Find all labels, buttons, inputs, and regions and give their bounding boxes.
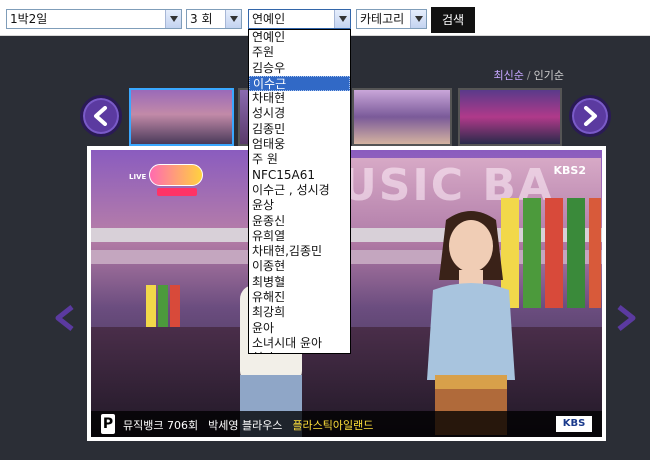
video-prev-button[interactable] — [54, 305, 76, 331]
caption-brand[interactable]: 플라스틱아일랜드 — [292, 419, 373, 432]
thumbnail-image — [460, 90, 560, 144]
type-select-value: 연예인 — [252, 12, 286, 26]
type-dropdown-list[interactable]: 연예인 주원 김승우 이수근 차태현 성시경 김종민 엄태웅 주 원 NFC15A61 이수근 , … — [248, 29, 351, 354]
chevron-down-icon[interactable] — [165, 10, 181, 28]
sort-newest-link[interactable]: 최신순 — [494, 69, 524, 82]
dropdown-option[interactable]: 윤종신 — [249, 214, 350, 229]
dropdown-option[interactable]: 엄태웅 — [249, 137, 350, 152]
dropdown-option[interactable]: 최병혈 — [249, 275, 350, 290]
video-next-button[interactable] — [615, 305, 637, 331]
caption-program: 뮤직뱅크 706회 — [123, 419, 199, 432]
caption-channel-logo: KBS — [556, 416, 592, 432]
dropdown-option[interactable]: 차태현 — [249, 91, 350, 106]
caption-bar: P 뮤직뱅크 706회 박세영 블라우스 플라스틱아일랜드 KBS — [91, 411, 602, 437]
dropdown-option[interactable]: 차태현,김종민 — [249, 244, 350, 259]
dropdown-option[interactable]: 김승우 — [249, 61, 350, 76]
thumbnail-image — [131, 90, 232, 144]
dropdown-option[interactable]: 현아 — [249, 351, 350, 353]
caption-person: 박세영 블라우스 — [208, 419, 283, 432]
dropdown-option[interactable]: 윤상 — [249, 198, 350, 213]
channel-watermark: KBS2 — [553, 164, 586, 177]
thumbnail-image — [354, 90, 450, 144]
triangle-right-icon — [617, 305, 636, 331]
dropdown-option[interactable]: 유희열 — [249, 229, 350, 244]
episode-select-value: 3 회 — [190, 12, 213, 26]
program-select[interactable]: 1박2일 — [6, 9, 182, 29]
chevron-down-icon[interactable] — [334, 10, 350, 28]
sort-popular-link[interactable]: 인기순 — [534, 69, 564, 82]
category-select-value: 카테고리 — [360, 12, 405, 26]
type-select[interactable]: 연예인 — [248, 9, 351, 29]
show-logo — [149, 164, 203, 186]
live-badge: LIVE — [129, 173, 147, 181]
host-right-figure — [427, 211, 515, 435]
thumbnail-item[interactable] — [352, 88, 452, 146]
dropdown-option[interactable]: 이종현 — [249, 259, 350, 274]
category-select[interactable]: 카테고리 — [356, 9, 427, 29]
show-logo-subtitle — [157, 188, 197, 196]
caption-text: 뮤직뱅크 706회 박세영 블라우스 플라스틱아일랜드 — [123, 417, 373, 433]
thumbnail-next-button[interactable] — [569, 95, 611, 137]
dropdown-option[interactable]: 유해진 — [249, 290, 350, 305]
episode-select[interactable]: 3 회 — [186, 9, 242, 29]
dropdown-option[interactable]: 성시경 — [249, 106, 350, 121]
chevron-left-icon — [94, 106, 107, 126]
sort-separator: / — [526, 69, 531, 82]
triangle-left-icon — [55, 305, 74, 331]
dropdown-option[interactable]: 연예인 — [249, 30, 350, 45]
thumbnail-prev-button[interactable] — [80, 95, 122, 137]
dropdown-option[interactable]: 이수근 , 성시경 — [249, 183, 350, 198]
thumbnail-item[interactable] — [458, 88, 562, 146]
thumbnail-item[interactable] — [129, 88, 234, 146]
dropdown-option[interactable]: 이수근 — [249, 75, 350, 92]
dropdown-option[interactable]: 소녀시대 윤아 — [249, 336, 350, 351]
chevron-down-icon[interactable] — [225, 10, 241, 28]
caption-logo: P — [101, 414, 115, 434]
sort-options: 최신순 / 인기순 — [494, 67, 564, 83]
chevron-down-icon[interactable] — [410, 10, 426, 28]
search-button[interactable]: 검색 — [431, 7, 475, 33]
dropdown-option[interactable]: NFC15A61 — [249, 168, 350, 183]
program-select-value: 1박2일 — [10, 12, 48, 26]
chevron-right-icon — [584, 106, 597, 126]
dropdown-option[interactable]: 윤아 — [249, 321, 350, 336]
dropdown-option[interactable]: 주 원 — [249, 152, 350, 167]
dropdown-option[interactable]: 최강희 — [249, 305, 350, 320]
dropdown-option[interactable]: 김종민 — [249, 122, 350, 137]
stage-color-bars-left — [146, 285, 186, 330]
thumbnail-image — [240, 90, 248, 144]
dropdown-option[interactable]: 주원 — [249, 45, 350, 60]
